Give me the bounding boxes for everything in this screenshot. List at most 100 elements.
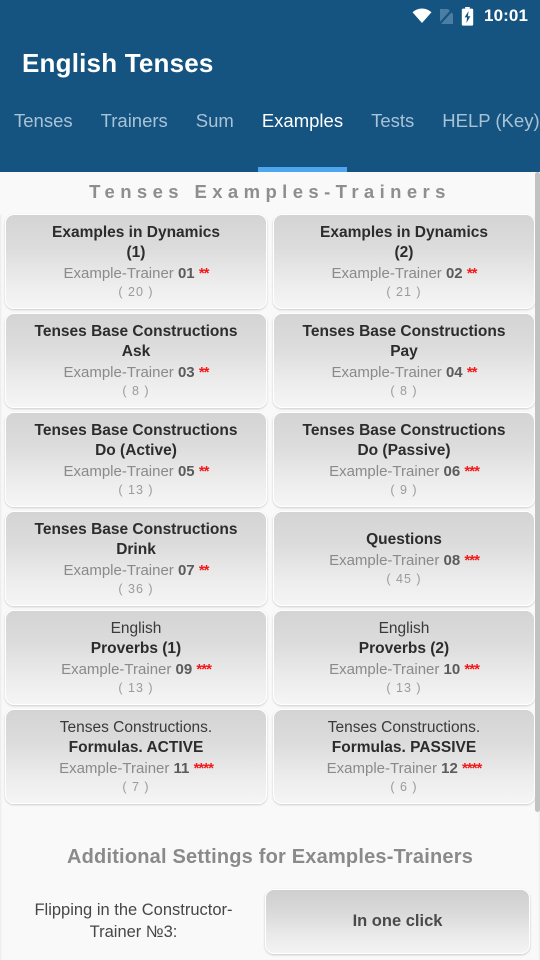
card-trainer-line: Example-Trainer 11 **** <box>59 759 214 779</box>
example-trainer-card[interactable]: Questions Example-Trainer 08 ***( 45 ) <box>273 511 535 606</box>
card-trainer-line: Example-Trainer 06 *** <box>329 462 480 482</box>
tab-label: Trainers <box>100 110 168 131</box>
example-trainer-card[interactable]: Tenses Base Constructions Ask Example-Trai… <box>5 313 267 408</box>
card-difficulty-stars: **** <box>461 759 482 777</box>
status-bar: 10:01 <box>0 0 540 32</box>
card-item-count: ( 21 ) <box>386 284 422 299</box>
app-title: English Tenses <box>22 47 214 78</box>
card-difficulty-stars: *** <box>464 551 479 569</box>
card-title-line1: Tenses Base Constructions <box>34 322 238 340</box>
card-title-line2: Drink <box>116 540 156 558</box>
example-trainer-card[interactable]: Tenses Constructions. Formulas. ACTIVE Exa… <box>5 709 267 804</box>
card-title-line1: Tenses Constructions. <box>327 718 481 736</box>
card-title-line1: Examples in Dynamics <box>320 223 488 241</box>
card-title-line2: Questions <box>366 530 442 548</box>
card-item-count: ( 20 ) <box>118 284 154 299</box>
tab-tenses[interactable]: Tenses <box>0 110 87 172</box>
card-difficulty-stars: ** <box>198 462 210 480</box>
tab-tests[interactable]: Tests <box>357 110 428 172</box>
card-trainer-prefix: Example-Trainer <box>331 264 446 282</box>
in-one-click-button[interactable]: In one click <box>265 889 530 954</box>
card-title-line1: English <box>110 619 162 637</box>
tab-label: Tenses <box>14 110 73 131</box>
card-item-count: ( 9 ) <box>390 482 418 497</box>
example-trainer-card[interactable]: Tenses Base Constructions Drink Example-Tr… <box>5 511 267 606</box>
card-title-line2: Formulas. PASSIVE <box>331 738 477 756</box>
card-title-line1: Tenses Base Constructions <box>302 421 506 439</box>
card-title-line2: Do (Passive) <box>357 441 451 459</box>
card-trainer-prefix: Example-Trainer <box>63 462 178 480</box>
card-item-count: ( 8 ) <box>122 383 150 398</box>
example-trainer-card[interactable]: Tenses Constructions. Formulas. PASSIVE Ex… <box>273 709 535 804</box>
example-trainer-card[interactable]: English Proverbs (1) Example-Trainer 09 **… <box>5 610 267 705</box>
scrollbar-track[interactable] <box>535 172 540 960</box>
card-trainer-line: Example-Trainer 09 *** <box>61 660 212 680</box>
card-trainer-number: 10 <box>443 660 461 678</box>
card-title-line2: Ask <box>121 342 151 360</box>
card-row: Tenses Base Constructions Drink Example-Tr… <box>5 511 535 606</box>
card-difficulty-stars: **** <box>193 759 214 777</box>
card-trainer-number: 02 <box>445 264 463 282</box>
tab-sum[interactable]: Sum <box>182 110 248 172</box>
tab-trainers[interactable]: Trainers <box>87 110 182 172</box>
card-trainer-number: 11 <box>173 759 190 777</box>
card-trainer-prefix: Example-Trainer <box>63 264 178 282</box>
content-scroll-area[interactable]: Tenses Examples-Trainers Examples in Dyn… <box>0 172 540 960</box>
card-trainer-line: Example-Trainer 07 ** <box>63 561 209 581</box>
battery-charging-icon <box>461 6 474 26</box>
flipping-setting-row: Flipping in the Constructor-Trainer №3: … <box>10 889 530 954</box>
example-trainer-card[interactable]: Tenses Base Constructions Do (Passive) Exa… <box>273 412 535 507</box>
example-trainer-card[interactable]: English Proverbs (2) Example-Trainer 10 **… <box>273 610 535 705</box>
examples-trainers-card-grid: Examples in Dynamics (1) Example-Trainer 0… <box>0 214 540 808</box>
card-title-line2: Formulas. ACTIVE <box>68 738 204 756</box>
card-item-count: ( 6 ) <box>390 779 418 794</box>
tab-label: Tests <box>371 110 415 131</box>
card-difficulty-stars: *** <box>464 462 479 480</box>
card-trainer-number: 12 <box>441 759 458 777</box>
card-trainer-prefix: Example-Trainer <box>331 363 446 381</box>
scrollbar-thumb[interactable] <box>535 172 540 812</box>
tab-help-key[interactable]: HELP (Key) <box>428 110 540 172</box>
no-sim-icon <box>439 7 455 25</box>
card-title-line2: Proverbs (2) <box>358 639 450 657</box>
card-row: Tenses Constructions. Formulas. ACTIVE Exa… <box>5 709 535 804</box>
card-trainer-line: Example-Trainer 10 *** <box>329 660 480 680</box>
card-trainer-number: 04 <box>445 363 463 381</box>
card-item-count: ( 36 ) <box>118 581 154 596</box>
card-row: English Proverbs (1) Example-Trainer 09 **… <box>5 610 535 705</box>
tab-label: Sum <box>195 110 234 131</box>
card-difficulty-stars: ** <box>466 264 478 282</box>
card-trainer-prefix: Example-Trainer <box>326 759 442 777</box>
card-trainer-number: 07 <box>177 561 195 579</box>
card-title-line1: Examples in Dynamics <box>52 223 220 241</box>
card-row: Tenses Base Constructions Do (Active) Exam… <box>5 412 535 507</box>
card-title-line1: Tenses Base Constructions <box>34 520 238 538</box>
card-item-count: ( 7 ) <box>122 779 150 794</box>
example-trainer-card[interactable]: Tenses Base Constructions Pay Example-Trai… <box>273 313 535 408</box>
example-trainer-card[interactable]: Examples in Dynamics (2) Example-Trainer 0… <box>273 214 535 309</box>
example-trainer-card[interactable]: Tenses Base Constructions Do (Active) Exam… <box>5 412 267 507</box>
card-trainer-number: 05 <box>177 462 195 480</box>
tab-examples[interactable]: Examples <box>248 111 357 172</box>
card-trainer-number: 03 <box>177 363 195 381</box>
card-trainer-prefix: Example-Trainer <box>329 462 444 480</box>
card-item-count: ( 13 ) <box>118 680 154 695</box>
additional-settings-heading: Additional Settings for Examples-Trainer… <box>66 846 474 868</box>
app-bar: English Tenses <box>0 32 540 94</box>
tab-bar[interactable]: Tenses Trainers Sum Examples Tests HELP (Key) <box>0 94 540 172</box>
card-trainer-prefix: Example-Trainer <box>329 551 444 569</box>
example-trainer-card[interactable]: Examples in Dynamics (1) Example-Trainer 0… <box>5 214 267 309</box>
card-trainer-line: Example-Trainer 08 *** <box>329 551 480 571</box>
tab-label: HELP (Key) <box>442 110 540 131</box>
card-trainer-prefix: Example-Trainer <box>63 363 178 381</box>
card-trainer-line: Example-Trainer 12 **** <box>326 759 483 779</box>
card-trainer-number: 08 <box>443 551 461 569</box>
card-title-line2: Proverbs (1) <box>90 639 182 657</box>
flipping-setting-label: Flipping in the Constructor-Trainer №3: <box>34 900 233 941</box>
card-title-line1: English <box>378 619 430 637</box>
card-difficulty-stars: *** <box>464 660 479 678</box>
card-difficulty-stars: *** <box>196 660 211 678</box>
card-row: Tenses Base Constructions Ask Example-Trai… <box>5 313 535 408</box>
card-item-count: ( 45 ) <box>386 571 422 586</box>
card-trainer-line: Example-Trainer 01 ** <box>63 264 209 284</box>
